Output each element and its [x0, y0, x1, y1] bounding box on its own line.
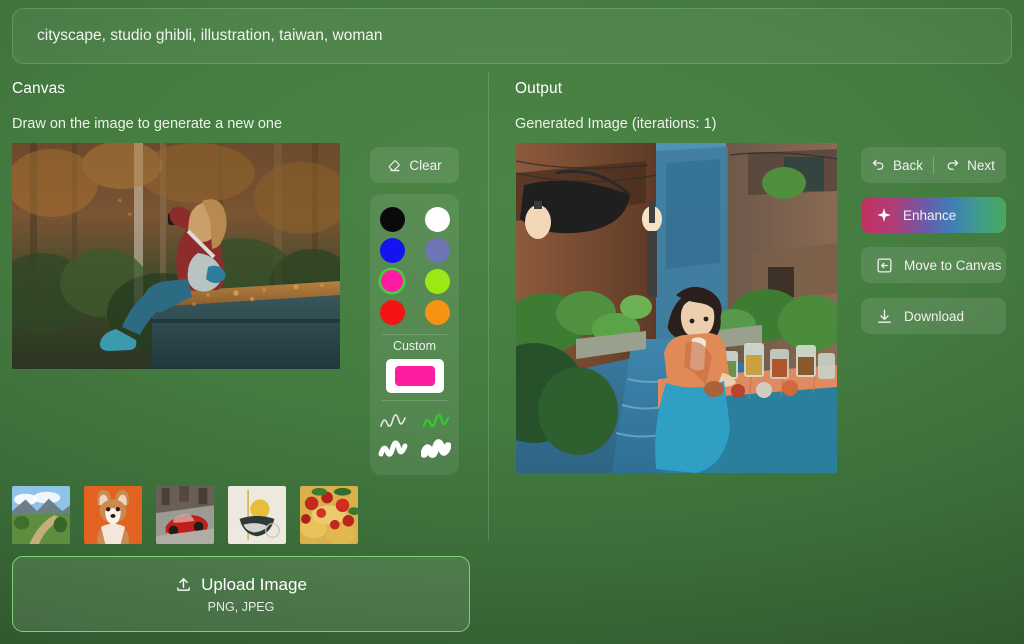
- palette-divider-2: [382, 400, 447, 401]
- upload-image-dropzone[interactable]: Upload Image PNG, JPEG: [12, 556, 470, 632]
- color-palette-panel: Custom: [370, 194, 459, 475]
- thumbnail-art: [300, 486, 358, 544]
- swatch-dot: [424, 237, 450, 263]
- swatch-dot: [379, 206, 405, 232]
- brush-size-grid: [377, 409, 453, 463]
- column-divider: [488, 72, 489, 540]
- enhance-label: Enhance: [903, 207, 957, 223]
- sparkle-icon: [876, 207, 892, 223]
- thumbnail-food-tomatoes[interactable]: [300, 486, 358, 544]
- thumbnail-art: [84, 486, 142, 544]
- prompt-input[interactable]: [13, 9, 1011, 63]
- enhance-button[interactable]: Enhance: [861, 197, 1006, 233]
- move-to-canvas-label: Move to Canvas: [904, 257, 1002, 273]
- brush-option-thick-white-stroke[interactable]: [420, 437, 453, 463]
- color-swatch-red[interactable]: [377, 297, 407, 327]
- generated-artwork: [516, 143, 837, 473]
- upload-formats: PNG, JPEG: [207, 599, 275, 614]
- output-subtitle: Generated Image (iterations: 1): [515, 116, 717, 132]
- download-button[interactable]: Download: [861, 298, 1006, 334]
- clear-button[interactable]: Clear: [370, 147, 459, 183]
- upload-main-row: Upload Image: [175, 575, 307, 595]
- swatch-dot: [424, 206, 450, 232]
- color-swatch-black[interactable]: [377, 204, 407, 234]
- back-button[interactable]: Back: [861, 147, 933, 183]
- clear-label: Clear: [409, 157, 442, 173]
- canvas-column: Canvas Draw on the image to generate a n…: [12, 80, 482, 136]
- thumbnail-red-sports-car[interactable]: [156, 486, 214, 544]
- thumbnail-art: [156, 486, 214, 544]
- brush-option-medium-white-stroke[interactable]: [377, 437, 410, 463]
- thumbnail-corgi-puppy[interactable]: [84, 486, 142, 544]
- custom-color-input[interactable]: [385, 359, 444, 393]
- swatch-dot: [424, 268, 450, 294]
- thumbnail-art: [12, 486, 70, 544]
- undo-arrow-icon: [871, 158, 886, 173]
- color-swatch-magenta[interactable]: [377, 266, 407, 296]
- squiggle-icon: [378, 440, 408, 457]
- swatch-dot: [379, 299, 405, 325]
- brush-option-thin-green-stroke[interactable]: [420, 409, 453, 435]
- back-label: Back: [892, 157, 923, 173]
- canvas-drawing-surface[interactable]: [12, 143, 340, 369]
- download-icon: [876, 308, 893, 325]
- custom-color-label: Custom: [392, 339, 437, 353]
- prompt-bar[interactable]: [12, 8, 1012, 64]
- upload-label: Upload Image: [201, 574, 307, 594]
- canvas-title: Canvas: [12, 80, 66, 97]
- color-swatch-lime[interactable]: [422, 266, 452, 296]
- upload-icon: [175, 576, 192, 593]
- swatch-dot: [424, 299, 450, 325]
- next-button[interactable]: Next: [934, 147, 1006, 183]
- squiggle-icon: [422, 413, 450, 428]
- thumbnail-abstract-sun-boat[interactable]: [228, 486, 286, 544]
- squiggle-icon: [421, 439, 451, 458]
- canvas-photo: [12, 143, 340, 369]
- brush-option-thin-white-stroke[interactable]: [377, 409, 410, 435]
- history-button-group: Back Next: [861, 147, 1006, 183]
- move-to-canvas-button[interactable]: Move to Canvas: [861, 247, 1006, 283]
- custom-color-chip: [394, 366, 435, 386]
- next-label: Next: [967, 157, 995, 173]
- output-column: Output Generated Image (iterations: 1): [515, 80, 1015, 136]
- sample-image-strip: [12, 486, 358, 544]
- palette-divider-1: [382, 334, 447, 335]
- thumbnail-art: [228, 486, 286, 544]
- swatch-dot: [381, 270, 403, 292]
- color-swatch-orange[interactable]: [422, 297, 452, 327]
- thumbnail-mountain-landscape[interactable]: [12, 486, 70, 544]
- redo-arrow-icon: [945, 158, 960, 173]
- arrow-left-square-icon: [876, 257, 893, 274]
- swatch-dot: [379, 237, 405, 263]
- color-swatch-blue[interactable]: [377, 235, 407, 265]
- color-swatch-white[interactable]: [422, 204, 452, 234]
- eraser-icon: [387, 158, 402, 173]
- color-swatch-grid: [377, 204, 452, 327]
- canvas-subtitle: Draw on the image to generate a new one: [12, 116, 283, 132]
- color-swatch-slate-purple[interactable]: [422, 235, 452, 265]
- download-label: Download: [904, 308, 965, 324]
- generated-image[interactable]: [516, 143, 837, 473]
- squiggle-icon: [380, 414, 406, 427]
- output-title: Output: [515, 80, 563, 97]
